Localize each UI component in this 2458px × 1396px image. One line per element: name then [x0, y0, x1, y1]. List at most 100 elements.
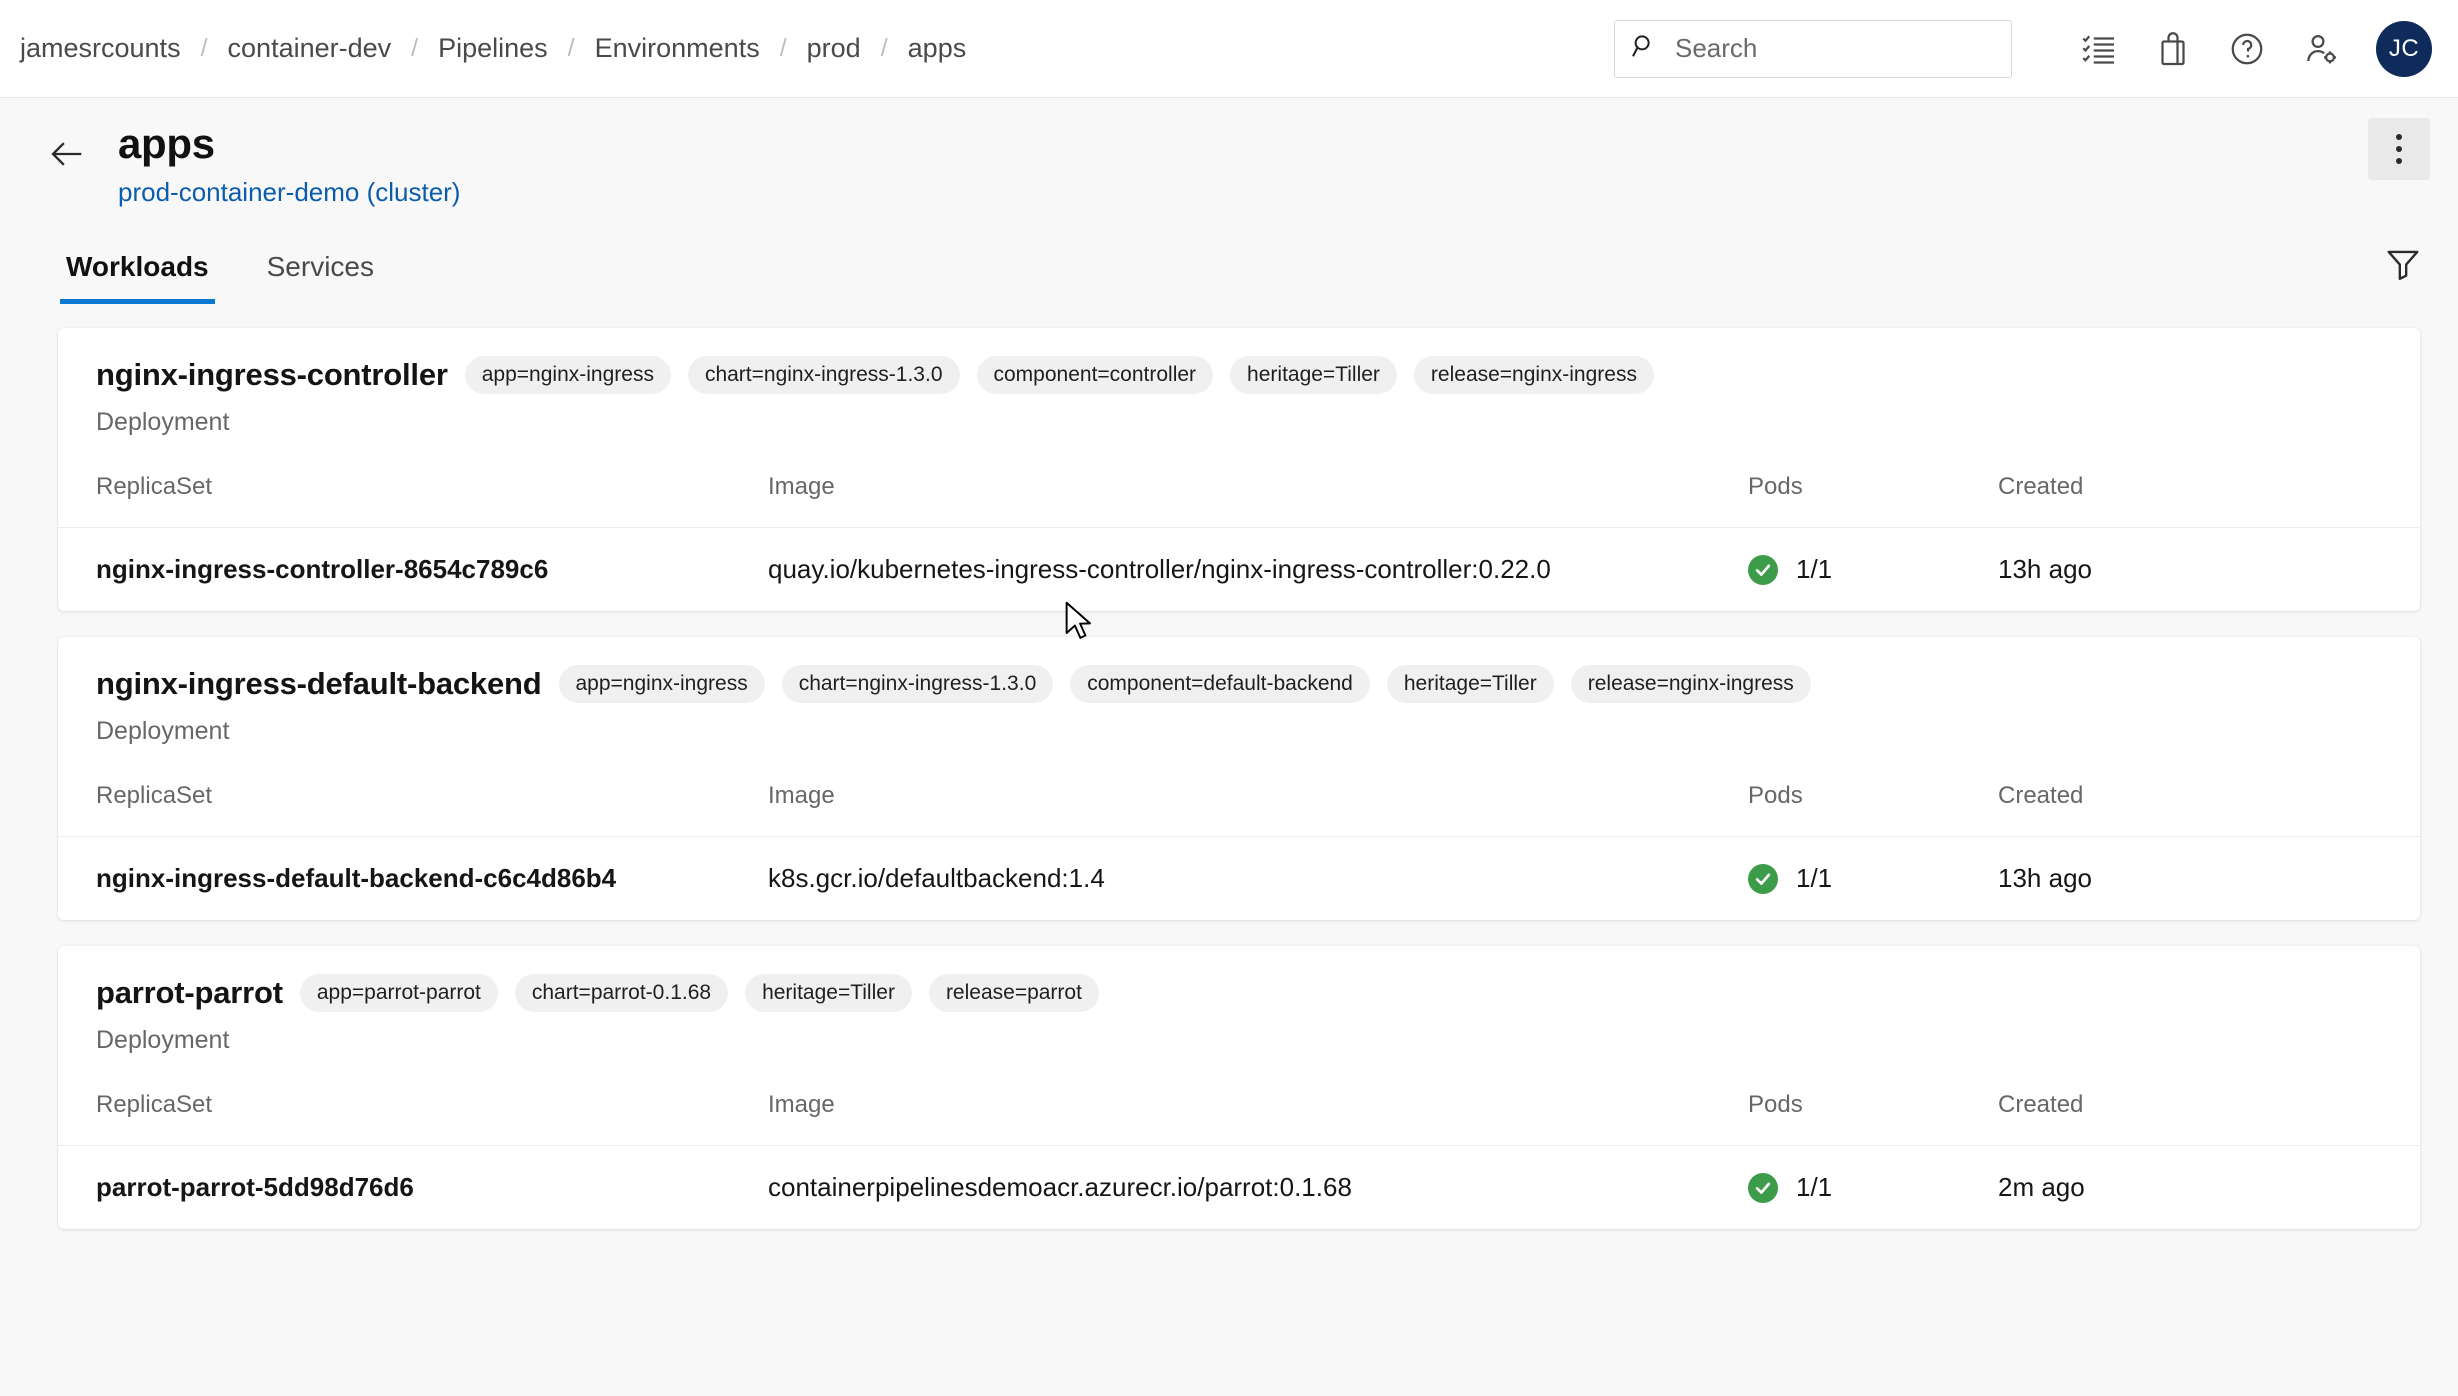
table-header-row: ReplicaSet Image Pods Created [58, 1077, 2420, 1147]
column-header-created: Created [1998, 768, 2420, 838]
column-header-created: Created [1998, 1077, 2420, 1147]
workload-label-tag: app=nginx-ingress [558, 665, 765, 704]
table-header-row: ReplicaSet Image Pods Created [58, 768, 2420, 838]
filter-icon[interactable] [2376, 236, 2430, 290]
pods-cell: 1/1 [1748, 837, 1998, 921]
breadcrumb-item-prod[interactable]: prod [805, 33, 863, 64]
table-header-row: ReplicaSet Image Pods Created [58, 459, 2420, 529]
workload-card-header: parrot-parrot app=parrot-parrot chart=parr… [58, 946, 2420, 1077]
workload-label-tag: chart=nginx-ingress-1.3.0 [781, 665, 1054, 704]
workload-name[interactable]: nginx-ingress-default-backend [96, 666, 542, 702]
workload-label-tag: release=parrot [928, 974, 1099, 1013]
breadcrumb-item-container-dev[interactable]: container-dev [226, 33, 394, 64]
pods-count: 1/1 [1796, 863, 1833, 894]
workload-label-tag: release=nginx-ingress [1570, 665, 1811, 704]
breadcrumb-separator: / [200, 34, 208, 62]
pods-status-wrapper: 1/1 [1748, 554, 1998, 585]
workload-label-tag: app=parrot-parrot [299, 974, 498, 1013]
workload-kind: Deployment [96, 1026, 230, 1055]
breadcrumb-item-apps[interactable]: apps [906, 33, 969, 64]
column-header-pods: Pods [1748, 459, 1998, 529]
replicaset-table: ReplicaSet Image Pods Created nginx-ingress-… [58, 768, 2420, 920]
column-header-pods: Pods [1748, 1077, 1998, 1147]
user-settings-icon[interactable] [2284, 12, 2358, 86]
status-healthy-icon [1748, 863, 1778, 894]
image-name: quay.io/kubernetes-ingress-controller/ng… [768, 554, 1551, 585]
workload-title-row: nginx-ingress-default-backend app=nginx-i… [96, 665, 2382, 704]
arrow-left-icon [48, 134, 88, 179]
workload-label-tag: release=nginx-ingress [1413, 356, 1654, 395]
workload-name[interactable]: parrot-parrot [96, 975, 283, 1011]
column-header-replicaset: ReplicaSet [58, 459, 768, 529]
table-row[interactable]: parrot-parrot-5dd98d76d6 containerpipelin… [58, 1146, 2420, 1230]
page-header: apps prod-container-demo (cluster) [0, 98, 2458, 208]
tab-workloads[interactable]: Workloads [60, 251, 215, 305]
workload-label-tag: component=default-backend [1070, 665, 1370, 704]
breadcrumb-separator: / [880, 34, 888, 62]
search-icon [1629, 31, 1659, 66]
app-screen: jamesrcounts / container-dev / Pipelines / Env… [0, 0, 2458, 1396]
created-time: 13h ago [1998, 863, 2092, 894]
breadcrumb-item-environments[interactable]: Environments [593, 33, 762, 64]
column-header-created: Created [1998, 459, 2420, 529]
help-circle-icon[interactable] [2210, 12, 2284, 86]
replicaset-table: ReplicaSet Image Pods Created parrot-parrot-… [58, 1077, 2420, 1229]
breadcrumb-separator: / [779, 34, 787, 62]
back-button[interactable] [42, 130, 94, 182]
workload-kind: Deployment [96, 717, 230, 746]
status-healthy-icon [1748, 554, 1778, 585]
workload-label-tag: heritage=Tiller [1230, 356, 1397, 395]
table-row[interactable]: nginx-ingress-default-backend-c6c4d86b4 k… [58, 837, 2420, 921]
page-title: apps [118, 120, 215, 167]
pods-cell: 1/1 [1748, 1146, 1998, 1230]
avatar[interactable]: JC [2376, 20, 2432, 77]
created-time: 13h ago [1998, 554, 2092, 585]
column-header-pods: Pods [1748, 768, 1998, 838]
column-header-image: Image [768, 768, 1748, 838]
workload-label-tag: component=controller [976, 356, 1214, 395]
topbar-actions: JC [1614, 12, 2432, 86]
breadcrumb-item-jamesrcounts[interactable]: jamesrcounts [18, 33, 183, 64]
table-row[interactable]: nginx-ingress-controller-8654c789c6 quay.… [58, 528, 2420, 612]
pods-count: 1/1 [1796, 554, 1833, 585]
more-vertical-icon[interactable] [2368, 118, 2430, 180]
pods-status-wrapper: 1/1 [1748, 863, 1998, 894]
tab-services[interactable]: Services [261, 251, 380, 304]
created-time: 2m ago [1998, 1172, 2085, 1203]
top-navigation-bar: jamesrcounts / container-dev / Pipelines / Env… [0, 0, 2458, 98]
pods-status-wrapper: 1/1 [1748, 1172, 1998, 1203]
workload-card-header: nginx-ingress-default-backend app=nginx-i… [58, 637, 2420, 768]
image-name: k8s.gcr.io/defaultbackend:1.4 [768, 863, 1105, 894]
workload-title-row: nginx-ingress-controller app=nginx-ingres… [96, 356, 2382, 395]
status-healthy-icon [1748, 1172, 1778, 1203]
workload-label-tag: chart=parrot-0.1.68 [514, 974, 729, 1013]
pods-cell: 1/1 [1748, 528, 1998, 612]
workload-card: nginx-ingress-default-backend app=nginx-i… [58, 637, 2420, 921]
replicaset-name: nginx-ingress-controller-8654c789c6 [96, 554, 549, 585]
replicaset-table: ReplicaSet Image Pods Created nginx-ingress-… [58, 459, 2420, 611]
breadcrumb-item-pipelines[interactable]: Pipelines [436, 33, 550, 64]
workload-label-tag: chart=nginx-ingress-1.3.0 [687, 356, 960, 395]
column-header-replicaset: ReplicaSet [58, 768, 768, 838]
workload-card: nginx-ingress-controller app=nginx-ingres… [58, 328, 2420, 612]
search-input[interactable] [1675, 33, 1997, 64]
workload-card-list: nginx-ingress-controller app=nginx-ingres… [0, 304, 2458, 1377]
workload-label-tag: app=nginx-ingress [464, 356, 671, 395]
workload-name[interactable]: nginx-ingress-controller [96, 357, 448, 393]
pods-count: 1/1 [1796, 1172, 1833, 1203]
workload-label-tag: heritage=Tiller [745, 974, 912, 1013]
image-name: containerpipelinesdemoacr.azurecr.io/par… [768, 1172, 1352, 1203]
column-header-image: Image [768, 1077, 1748, 1147]
shopping-bag-icon[interactable] [2136, 12, 2210, 86]
checklist-icon[interactable] [2062, 12, 2136, 86]
breadcrumb-separator: / [411, 34, 419, 62]
replicaset-name: nginx-ingress-default-backend-c6c4d86b4 [96, 863, 617, 894]
cluster-link[interactable]: prod-container-demo (cluster) [118, 177, 460, 208]
breadcrumb-separator: / [567, 34, 575, 62]
search-box[interactable] [1614, 19, 2012, 78]
workload-label-tag: heritage=Tiller [1386, 665, 1554, 704]
workload-card-header: nginx-ingress-controller app=nginx-ingres… [58, 328, 2420, 459]
workload-kind: Deployment [96, 408, 230, 437]
workload-card: parrot-parrot app=parrot-parrot chart=parr… [58, 946, 2420, 1230]
breadcrumb: jamesrcounts / container-dev / Pipelines / Env… [18, 33, 968, 64]
